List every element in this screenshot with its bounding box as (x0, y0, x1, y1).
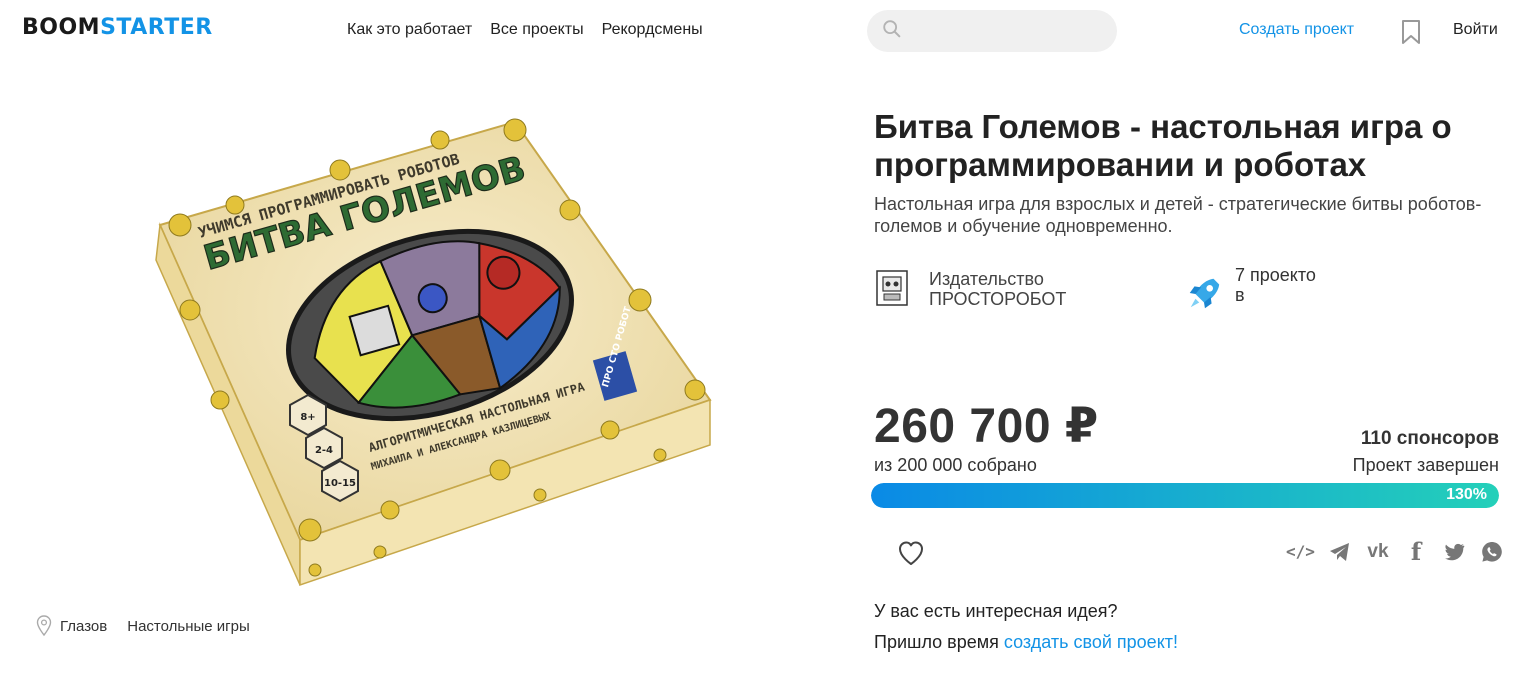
nav-all-projects[interactable]: Все проекты (490, 21, 583, 39)
box-time-badge: 10-15 (324, 478, 356, 489)
main-nav: Как это работает Все проекты Рекордсмены (347, 21, 703, 39)
category-link[interactable]: Настольные игры (127, 618, 250, 635)
project-status: Проект завершен (1352, 455, 1499, 475)
author-name[interactable]: ПРОСТОРОБОТ (929, 289, 1066, 309)
project-title: Битва Големов - настольная игра о програ… (874, 108, 1452, 183)
product-image-game-box: УЧИМСЯ ПРОГРАММИРОВАТЬ РОБОТОВ БИТВА ГОЛ… (155, 118, 712, 587)
logo-starter-text: STARTER (100, 15, 213, 40)
search-icon (883, 20, 901, 38)
rocket-icon (1189, 278, 1220, 309)
author-block[interactable]: Издательство ПРОСТОРОБОТ (874, 268, 1066, 310)
boomstarter-logo[interactable]: BOOMSTARTER (22, 14, 213, 42)
project-subtitle: Настольная игра для взрослых и детей - с… (874, 194, 1482, 236)
location-link[interactable]: Глазов (60, 618, 107, 635)
login-link[interactable]: Войти (1453, 21, 1498, 39)
location-pin-icon (36, 615, 52, 637)
bookmark-icon[interactable] (1401, 19, 1421, 45)
box-players-badge: 2-4 (315, 445, 333, 456)
idea-question: У вас есть интересная идея? (874, 601, 1118, 621)
header: BOOMSTARTER Как это работает Все проекты… (0, 0, 1535, 62)
embed-icon[interactable]: </> (1286, 540, 1315, 564)
whatsapp-icon[interactable] (1480, 540, 1504, 564)
facebook-icon[interactable]: f (1404, 540, 1428, 564)
projects-count: 7 проектов (1235, 265, 1316, 305)
box-age-badge: 8+ (300, 412, 315, 423)
amount-raised: 260 700 ₽ (874, 400, 1099, 453)
author-label: Издательство (929, 269, 1044, 289)
nav-how-it-works[interactable]: Как это работает (347, 21, 472, 39)
create-cta: Пришло время создать свой проект! (874, 632, 1178, 653)
author-projects[interactable]: 7 проектов (1185, 265, 1325, 313)
create-project-cta-link[interactable]: создать свой проект! (1004, 632, 1178, 652)
heart-icon[interactable] (897, 540, 925, 566)
funding-goal: из 200 000 собрано (874, 455, 1037, 475)
logo-boom-text: BOOM (22, 15, 101, 40)
nav-record-holders[interactable]: Рекордсмены (602, 21, 703, 39)
search-input[interactable] (867, 10, 1117, 52)
twitter-icon[interactable] (1442, 540, 1466, 564)
create-project-link[interactable]: Создать проект (1239, 21, 1354, 39)
progress-percent: 130% (1446, 486, 1487, 503)
share-icons: </> vk f (1286, 540, 1504, 564)
project-meta: Глазов Настольные игры (36, 615, 250, 637)
progress-fill (871, 483, 1499, 508)
funding-progress-bar: 130% (871, 483, 1499, 508)
telegram-icon[interactable] (1328, 540, 1352, 564)
sponsors-count: 110 спонсоров (1360, 428, 1499, 449)
author-avatar (876, 270, 908, 306)
vk-icon[interactable]: vk (1366, 540, 1390, 564)
cta-prefix: Пришло время (874, 632, 1004, 652)
